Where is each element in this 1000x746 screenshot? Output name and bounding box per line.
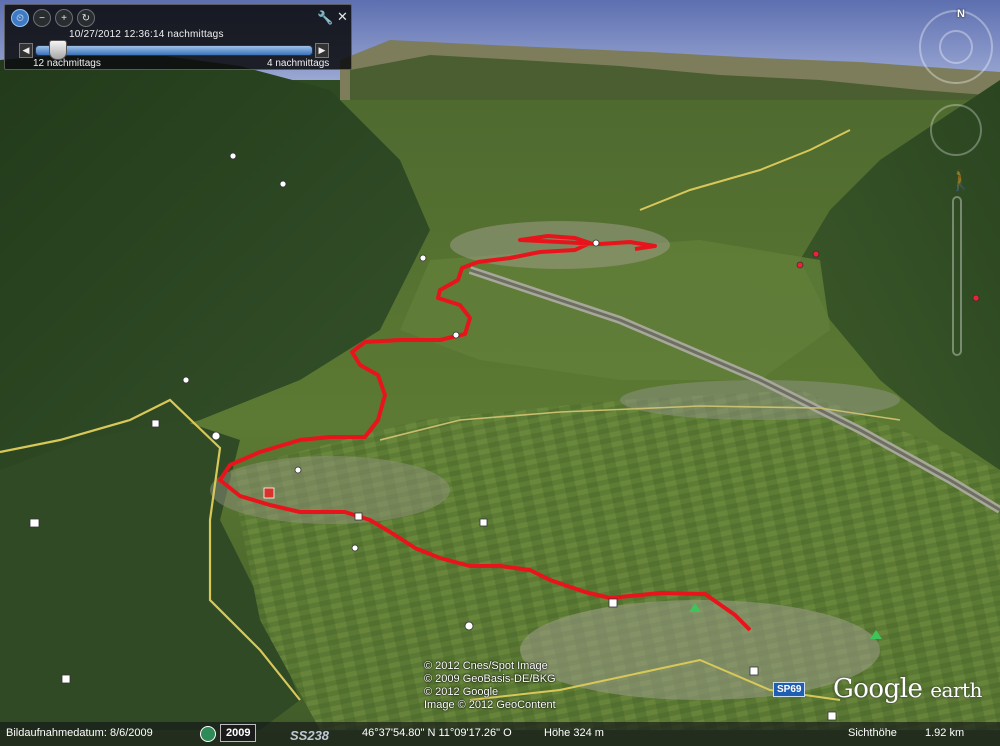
imagery-date: Bildaufnahmedatum: 8/6/2009 — [6, 727, 153, 739]
copyright-notice: © 2012 Cnes/Spot Image © 2009 GeoBasis-D… — [424, 660, 556, 712]
clock-icon[interactable]: ⏲ — [11, 9, 29, 27]
time-slider-panel: ⏲ − + ↻ 🔧 ✕ 10/27/2012 12:36:14 nachmitt… — [4, 4, 352, 70]
step-back-button[interactable]: ◀ — [19, 43, 33, 58]
historical-imagery-icon[interactable] — [200, 726, 216, 742]
cursor-coordinates: 46°37'54.80" N 11°09'17.26" O — [362, 727, 512, 739]
move-joystick[interactable] — [930, 104, 982, 156]
look-joystick[interactable] — [939, 30, 973, 64]
zoom-in-icon[interactable]: + — [55, 9, 73, 27]
road-shield-ss238: SS238 — [290, 728, 330, 743]
copyright-line-3: © 2012 Google — [424, 686, 499, 698]
copyright-line-1: © 2012 Cnes/Spot Image — [424, 660, 548, 672]
time-slider-toolbar: ⏲ − + ↻ — [11, 9, 95, 27]
north-indicator[interactable]: N — [957, 8, 965, 20]
street-view-person-icon[interactable]: 🚶 — [948, 168, 973, 193]
copyright-line-4: Image © 2012 GeoContent — [424, 699, 556, 711]
close-icon[interactable]: ✕ — [337, 9, 348, 25]
map-view[interactable] — [0, 0, 1000, 746]
logo-earth: earth — [930, 678, 982, 702]
time-slider-datetime: 10/27/2012 12:36:14 nachmittags — [69, 29, 224, 40]
wrench-icon[interactable]: 🔧 — [317, 10, 333, 26]
time-slider-track[interactable] — [35, 45, 313, 56]
compass-ring[interactable] — [919, 10, 993, 84]
zoom-slider[interactable] — [952, 196, 962, 356]
time-slider-start-label: 12 nachmittags — [33, 58, 101, 69]
zoom-out-icon[interactable]: − — [33, 9, 51, 27]
logo-google: Google — [833, 674, 923, 704]
google-earth-logo: Google earth — [833, 674, 982, 704]
refresh-icon[interactable]: ↻ — [77, 9, 95, 27]
road-shield-sp69: SP69 — [773, 682, 806, 697]
step-forward-button[interactable]: ▶ — [315, 43, 329, 58]
time-slider-thumb[interactable] — [48, 40, 67, 60]
status-bar: Bildaufnahmedatum: 8/6/2009 2009 46°37'5… — [0, 722, 1000, 746]
cursor-elevation: Höhe 324 m — [544, 727, 604, 739]
eye-altitude-label: Sichthöhe — [848, 727, 897, 739]
time-slider-end-label: 4 nachmittags — [267, 58, 330, 69]
eye-altitude-value: 1.92 km — [925, 727, 965, 739]
copyright-line-2: © 2009 GeoBasis-DE/BKG — [424, 673, 556, 685]
imagery-year-button[interactable]: 2009 — [220, 724, 257, 742]
